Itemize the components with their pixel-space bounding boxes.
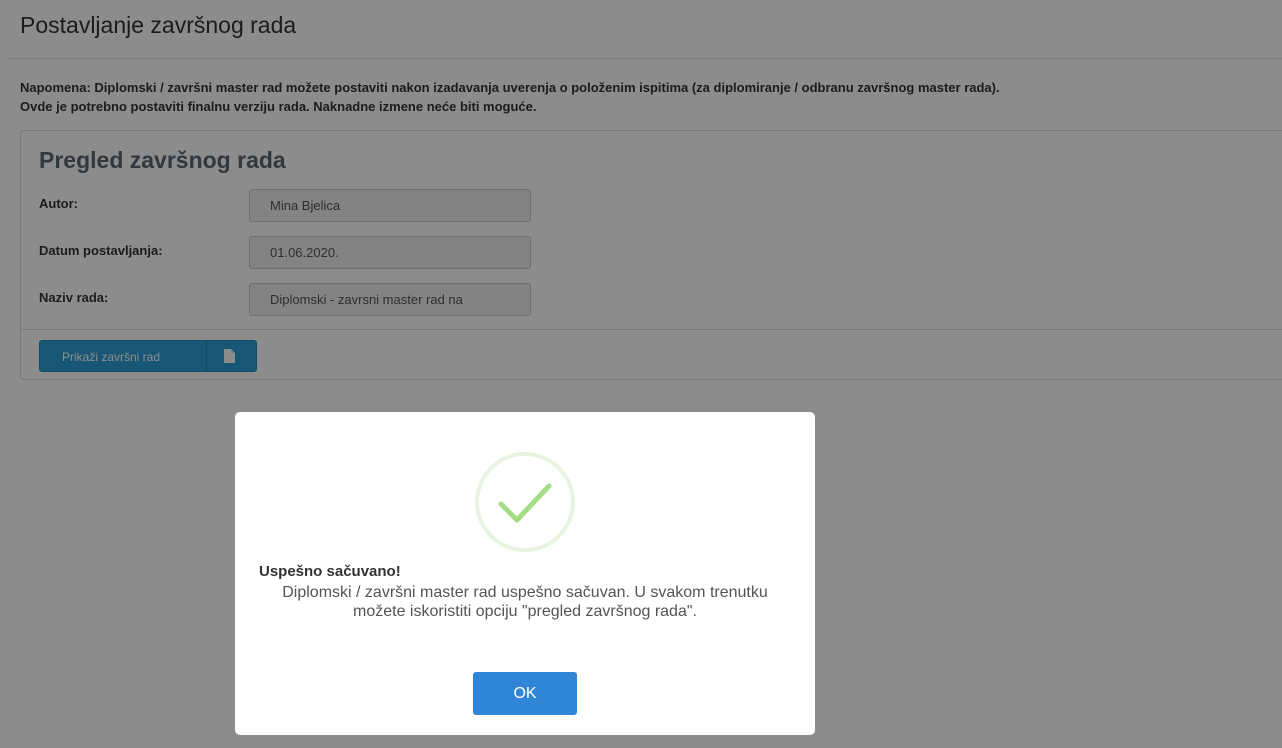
ok-button[interactable]: OK — [473, 672, 577, 715]
dialog-title: Uspešno sačuvano! — [259, 563, 401, 580]
dialog-message: Diplomski / završni master rad uspešno s… — [282, 584, 768, 620]
success-dialog: Uspešno sačuvano! Diplomski / završni ma… — [235, 412, 815, 735]
success-check-icon — [473, 450, 577, 554]
